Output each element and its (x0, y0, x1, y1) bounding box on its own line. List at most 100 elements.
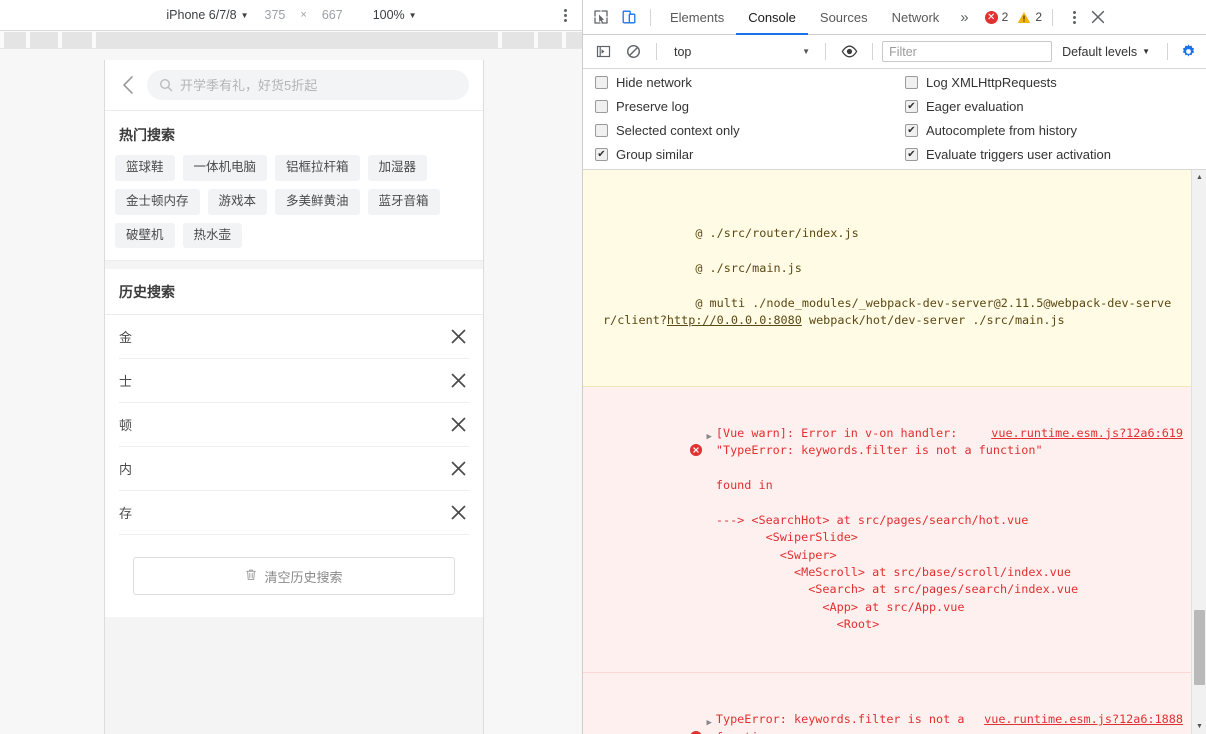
clear-history-button[interactable]: 清空历史搜索 (133, 557, 455, 596)
console-setting-label: Eager evaluation (926, 99, 1024, 114)
hot-search-tag[interactable]: 多美鲜黄油 (275, 188, 360, 215)
device-height-input[interactable]: 667 (314, 8, 351, 22)
checkbox-icon[interactable] (595, 124, 608, 137)
chevron-down-icon: ▼ (408, 11, 417, 20)
history-item-row[interactable]: 存 (119, 491, 469, 536)
console-message-typeerror[interactable]: ▶ vue.runtime.esm.js?12a6:1888 TypeError:… (583, 673, 1191, 734)
no-entry-icon[interactable] (619, 39, 647, 65)
close-x-icon[interactable] (447, 502, 469, 524)
checkbox-icon[interactable]: ✔ (905, 100, 918, 113)
console-toolbar: top ▼ Default levels ▼ (583, 35, 1206, 69)
console-message-warning[interactable]: @ ./src/router/index.js @ ./src/main.js … (583, 170, 1191, 387)
typeerror-body: vue.runtime.esm.js?12a6:1888 TypeError: k… (716, 711, 1183, 734)
device-toolbar: iPhone 6/7/8 ▼ 375 × 667 100% ▼ (0, 0, 582, 31)
tab-console[interactable]: Console (736, 0, 808, 35)
error-icon: ✕ (984, 10, 998, 24)
vue-warn-line2: "TypeError: keywords.filter is not a fun… (715, 443, 1043, 458)
error-count[interactable]: ✕ 2 (982, 10, 1012, 24)
device-selector[interactable]: iPhone 6/7/8 ▼ (158, 8, 256, 22)
more-options-icon[interactable] (1064, 10, 1084, 24)
history-item-row[interactable]: 顿 (119, 403, 469, 448)
close-devtools-icon[interactable] (1084, 10, 1112, 24)
history-item-row[interactable]: 内 (119, 447, 469, 492)
execution-context-selector[interactable]: top ▼ (666, 41, 816, 63)
device-width-input[interactable]: 375 (257, 8, 294, 22)
console-message-list[interactable]: @ ./src/router/index.js @ ./src/main.js … (583, 170, 1191, 734)
clear-history-container: 清空历史搜索 (105, 535, 483, 618)
vue-warn-line1: [Vue warn]: Error in v-on handler: (715, 425, 958, 440)
log-levels-selector[interactable]: Default levels ▼ (1054, 45, 1158, 59)
clear-console-icon[interactable] (589, 39, 617, 65)
section-divider (105, 261, 483, 270)
close-x-icon[interactable] (447, 370, 469, 392)
hot-search-tag[interactable]: 金士顿内存 (115, 188, 200, 215)
checkbox-icon[interactable] (595, 100, 608, 113)
console-setting-hide-network[interactable]: Hide network (595, 75, 905, 90)
close-x-icon[interactable] (447, 458, 469, 480)
tab-elements[interactable]: Elements (658, 0, 736, 35)
more-tabs-icon[interactable]: » (951, 9, 977, 26)
inspect-element-icon[interactable] (587, 4, 615, 30)
zoom-selector[interactable]: 100% ▼ (365, 8, 425, 22)
gear-icon[interactable] (1177, 40, 1200, 64)
execution-context-label: top (674, 44, 692, 59)
search-input[interactable] (180, 77, 457, 93)
devtools-tabbar: Elements Console Sources Network » ✕ 2 2 (583, 0, 1206, 35)
checkbox-icon[interactable]: ✔ (905, 124, 918, 137)
tab-network[interactable]: Network (880, 0, 952, 35)
search-field-container[interactable] (147, 70, 469, 100)
back-chevron-icon[interactable] (115, 72, 141, 98)
expand-arrow-icon[interactable]: ▶ (706, 429, 711, 446)
console-setting-eager-evaluation[interactable]: ✔ Eager evaluation (905, 99, 1194, 114)
hot-search-tag[interactable]: 加湿器 (367, 155, 428, 181)
scrollbar-thumb[interactable] (1194, 610, 1205, 685)
hot-search-tag[interactable]: 篮球鞋 (115, 155, 175, 181)
console-toolbar-divider-2 (825, 43, 827, 60)
warning-count-label: 2 (1035, 10, 1043, 24)
console-scrollbar[interactable]: ▲ ▼ (1191, 170, 1206, 734)
checkbox-icon[interactable] (905, 76, 918, 89)
scroll-down-arrow-icon[interactable]: ▼ (1192, 719, 1206, 734)
vue-stack-line: ---> <SearchHot> at src/pages/search/hot… (715, 512, 1029, 527)
close-x-icon[interactable] (447, 326, 469, 348)
history-item-row[interactable]: 士 (119, 359, 469, 404)
device-toolbar-icon[interactable] (615, 4, 643, 30)
console-setting-label: Group similar (616, 147, 694, 162)
hot-search-tag[interactable]: 热水壶 (182, 222, 243, 249)
checkbox-icon[interactable]: ✔ (905, 148, 918, 161)
scroll-up-arrow-icon[interactable]: ▲ (1192, 170, 1206, 185)
console-message-vue-warn[interactable]: ▶ vue.runtime.esm.js?12a6:619 [Vue warn]:… (583, 386, 1191, 674)
webpack-dev-server-url-link[interactable]: http://0.0.0.0:8080 (667, 313, 802, 327)
checkbox-icon[interactable] (595, 76, 608, 89)
hot-search-tag[interactable]: 蓝牙音箱 (367, 188, 440, 215)
console-setting-label: Autocomplete from history (926, 123, 1078, 138)
hot-search-tag[interactable]: 铝框拉杆箱 (275, 155, 360, 181)
kebab-menu-icon[interactable] (557, 7, 573, 23)
source-link[interactable]: vue.runtime.esm.js?12a6:1888 (984, 711, 1183, 728)
hot-search-tag[interactable]: 一体机电脑 (182, 155, 268, 181)
search-icon (159, 78, 173, 92)
checkbox-icon[interactable]: ✔ (595, 148, 608, 161)
warning-count[interactable]: 2 (1014, 10, 1045, 24)
console-setting-group-similar[interactable]: ✔ Group similar (595, 147, 905, 162)
source-link[interactable]: vue.runtime.esm.js?12a6:619 (991, 425, 1183, 442)
hot-search-tag-list: 篮球鞋 一体机电脑 铝框拉杆箱 加湿器金士顿内存 游戏本 多美鲜黄油 蓝牙音箱破壁机 热水壶 (105, 155, 483, 249)
chevron-down-icon: ▼ (240, 11, 249, 20)
console-setting-autocomplete-from-history[interactable]: ✔ Autocomplete from history (905, 123, 1194, 138)
vue-component-stack: ---> <SearchHot> at src/pages/search/hot… (716, 513, 1078, 631)
zoom-level-label: 100% (372, 8, 405, 22)
hot-search-tag[interactable]: 游戏本 (207, 188, 268, 215)
console-setting-selected-context-only[interactable]: Selected context only (595, 123, 905, 138)
warning-icon (1017, 11, 1031, 24)
expand-arrow-icon[interactable]: ▶ (706, 715, 711, 732)
close-x-icon[interactable] (447, 414, 469, 436)
console-setting-evaluate-triggers-user-activation[interactable]: ✔ Evaluate triggers user activation (905, 147, 1194, 162)
live-expression-icon[interactable] (835, 39, 863, 65)
dimension-separator: × (300, 9, 307, 21)
tab-sources[interactable]: Sources (808, 0, 880, 35)
hot-search-tag[interactable]: 破壁机 (115, 222, 175, 249)
console-setting-log-xmlhttprequests[interactable]: Log XMLHttpRequests (905, 75, 1194, 90)
console-filter-input[interactable] (882, 41, 1053, 62)
console-setting-preserve-log[interactable]: Preserve log (595, 99, 905, 114)
history-item-row[interactable]: 金 (119, 315, 469, 360)
